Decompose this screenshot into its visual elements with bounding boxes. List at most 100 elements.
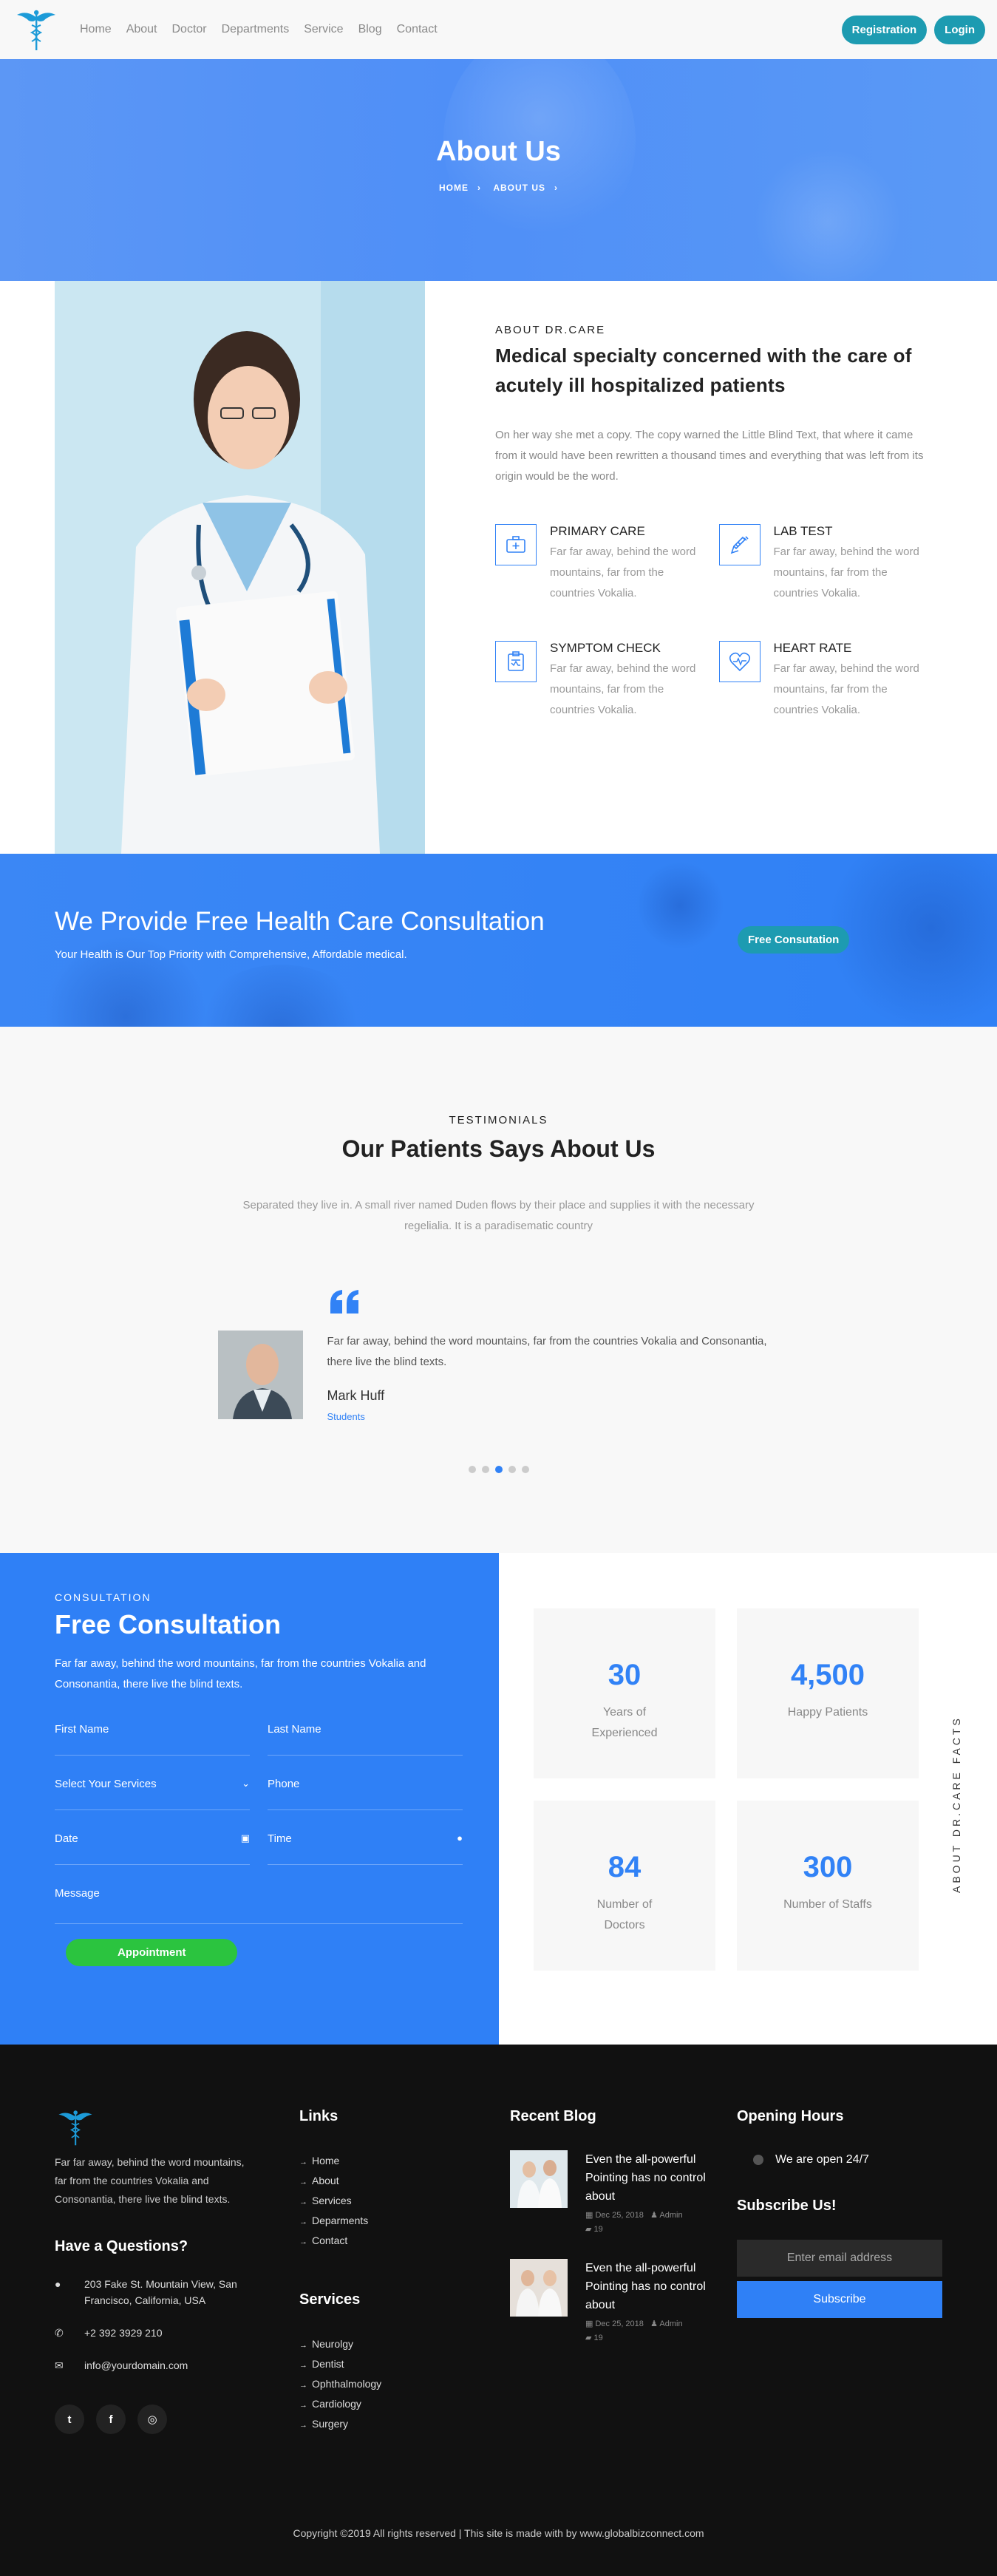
hero-patient-photo xyxy=(754,148,902,281)
last-name-placeholder: Last Name xyxy=(268,1723,321,1736)
subscribe-button[interactable]: Subscribe xyxy=(737,2281,942,2318)
footer-service-ophthalmology[interactable]: Ophthalmology xyxy=(299,2375,381,2395)
breadcrumb: HOME › ABOUT US › xyxy=(0,183,997,193)
caduceus-logo-icon[interactable] xyxy=(13,7,59,52)
about-kicker: ABOUT DR.CARE xyxy=(495,324,606,336)
facebook-icon[interactable]: f xyxy=(96,2405,126,2434)
email-text: info@yourdomain.com xyxy=(84,2359,188,2371)
nav-contact[interactable]: Contact xyxy=(389,23,445,36)
nav-departments[interactable]: Departments xyxy=(214,23,297,36)
breadcrumb-home[interactable]: HOME xyxy=(439,183,469,193)
clock-icon xyxy=(753,2155,763,2165)
feature-primary-care: PRIMARY CARE Far far away, behind the wo… xyxy=(495,524,704,604)
time-field[interactable]: Time ● xyxy=(268,1832,463,1865)
nav-service[interactable]: Service xyxy=(296,23,350,36)
twitter-icon[interactable]: t xyxy=(55,2405,84,2434)
footer-email[interactable]: ✉ info@yourdomain.com xyxy=(55,2357,262,2373)
nav-home[interactable]: Home xyxy=(72,23,119,36)
carousel-dot[interactable] xyxy=(481,1466,489,1473)
footer-services-list: Neurolgy Dentist Ophthalmology Cardiolog… xyxy=(299,2335,381,2435)
blog-post-comment-count: 19 xyxy=(593,2334,603,2342)
login-button[interactable]: Login xyxy=(934,15,985,44)
top-navbar: Home About Doctor Departments Service Bl… xyxy=(0,0,997,59)
testimonials-kicker: TESTIMONIALS xyxy=(449,1114,548,1126)
message-field[interactable]: Message xyxy=(55,1887,463,1924)
footer-address: ● 203 Fake St. Mountain View, San Franci… xyxy=(55,2276,262,2308)
feature-title: SYMPTOM CHECK xyxy=(550,641,661,655)
footer-link-services[interactable]: Services xyxy=(299,2192,381,2212)
footer-service-surgery[interactable]: Surgery xyxy=(299,2415,381,2435)
first-aid-kit-icon xyxy=(495,524,537,565)
feature-title: PRIMARY CARE xyxy=(550,524,645,538)
footer-links-heading: Links xyxy=(299,2108,338,2124)
nav-about[interactable]: About xyxy=(119,23,165,36)
testimonials-subtext: Separated they live in. A small river na… xyxy=(242,1199,755,1232)
phone-field[interactable]: Phone xyxy=(268,1778,463,1810)
site-footer: Far far away, behind the word mountains,… xyxy=(0,2045,997,2576)
carousel-dot[interactable] xyxy=(508,1466,516,1473)
blog-post-date: Dec 25, 2018 xyxy=(595,2211,644,2220)
fact-label: Number of Staffs xyxy=(783,1898,872,1911)
footer-link-about[interactable]: About xyxy=(299,2172,381,2192)
syringe-icon xyxy=(718,524,760,565)
comment-icon: ▰ xyxy=(585,2334,592,2342)
footer-about-column: Far far away, behind the word mountains,… xyxy=(55,2108,262,2434)
consultation-text: Far far away, behind the word mountains,… xyxy=(55,1657,426,1690)
feature-heart-rate: HEART RATE Far far away, behind the word… xyxy=(718,641,928,721)
services-select[interactable]: Select Your Services ⌄ xyxy=(55,1778,250,1810)
chevron-right-icon: › xyxy=(477,183,481,193)
footer-caduceus-logo-icon[interactable] xyxy=(55,2108,262,2150)
blog-post-title[interactable]: Even the all-powerful Pointing has no co… xyxy=(585,2259,726,2314)
free-consultation-button[interactable]: Free Consutation xyxy=(738,926,850,954)
footer-service-cardiology[interactable]: Cardiology xyxy=(299,2395,381,2415)
page-title: About Us xyxy=(436,136,561,167)
footer-blog-column: Recent Blog Even the all-powerful Pointi… xyxy=(510,2108,726,2342)
fact-label: Happy Patients xyxy=(787,1706,868,1719)
carousel-dot[interactable] xyxy=(468,1466,476,1473)
nav-doctor[interactable]: Doctor xyxy=(165,23,214,36)
fact-label: Number of Doctors xyxy=(596,1898,653,1931)
testimonial-role: Students xyxy=(327,1411,365,1422)
registration-button[interactable]: Registration xyxy=(841,15,928,44)
opening-hours-text: We are open 24/7 xyxy=(775,2153,869,2166)
footer-links-list: Home About Services Deparments Contact xyxy=(299,2152,381,2252)
footer-link-home[interactable]: Home xyxy=(299,2152,381,2172)
instagram-icon[interactable]: ◎ xyxy=(137,2405,167,2434)
time-placeholder: Time xyxy=(268,1832,292,1845)
facts-panel: 30 Years of Experienced 4,500 Happy Pati… xyxy=(499,1553,997,2045)
nav-blog[interactable]: Blog xyxy=(351,23,389,36)
footer-services-heading: Services xyxy=(299,2291,361,2308)
copyright-text: Copyright ©2019 All rights reserved | Th… xyxy=(293,2527,704,2539)
blog-post-meta: ▦ Dec 25, 2018 ♟ Admin xyxy=(585,2210,726,2220)
last-name-field[interactable]: Last Name xyxy=(268,1723,463,1756)
footer-service-dentist[interactable]: Dentist xyxy=(299,2355,381,2375)
appointment-button[interactable]: Appointment xyxy=(66,1939,238,1966)
feature-title: HEART RATE xyxy=(773,641,852,655)
heart-rate-icon xyxy=(718,641,760,682)
about-section: ABOUT DR.CARE Medical specialty concerne… xyxy=(0,281,997,854)
phone-icon: ✆ xyxy=(55,2327,64,2339)
subscribe-email-input[interactable]: Enter email address xyxy=(737,2240,942,2277)
blog-post[interactable]: Even the all-powerful Pointing has no co… xyxy=(510,2150,726,2234)
virus-decoration xyxy=(636,861,724,950)
consultation-form-panel: CONSULTATION Free Consultation Far far a… xyxy=(0,1553,499,2045)
first-name-field[interactable]: First Name xyxy=(55,1723,250,1756)
consultation-kicker: CONSULTATION xyxy=(55,1591,152,1603)
map-marker-icon: ● xyxy=(55,2278,61,2290)
footer-phone[interactable]: ✆ +2 392 3929 210 xyxy=(55,2325,262,2341)
blog-post-title[interactable]: Even the all-powerful Pointing has no co… xyxy=(585,2150,726,2206)
calendar-icon: ▦ xyxy=(585,2211,593,2220)
footer-service-neurology[interactable]: Neurolgy xyxy=(299,2335,381,2355)
fact-staffs: 300 Number of Staffs xyxy=(737,1801,919,1971)
comment-icon: ▰ xyxy=(585,2225,592,2234)
footer-hours-heading: Opening Hours xyxy=(737,2108,844,2124)
blog-thumbnail xyxy=(510,2150,568,2208)
blog-post[interactable]: Even the all-powerful Pointing has no co… xyxy=(510,2259,726,2342)
carousel-dot[interactable] xyxy=(521,1466,529,1473)
carousel-dot-active[interactable] xyxy=(494,1466,503,1473)
footer-link-contact[interactable]: Contact xyxy=(299,2232,381,2252)
fact-number: 84 xyxy=(608,1851,642,1883)
footer-link-departments[interactable]: Deparments xyxy=(299,2212,381,2232)
appointment-form: First Name Last Name Select Your Service… xyxy=(55,1723,463,1924)
date-field[interactable]: Date ▣ xyxy=(55,1832,250,1865)
